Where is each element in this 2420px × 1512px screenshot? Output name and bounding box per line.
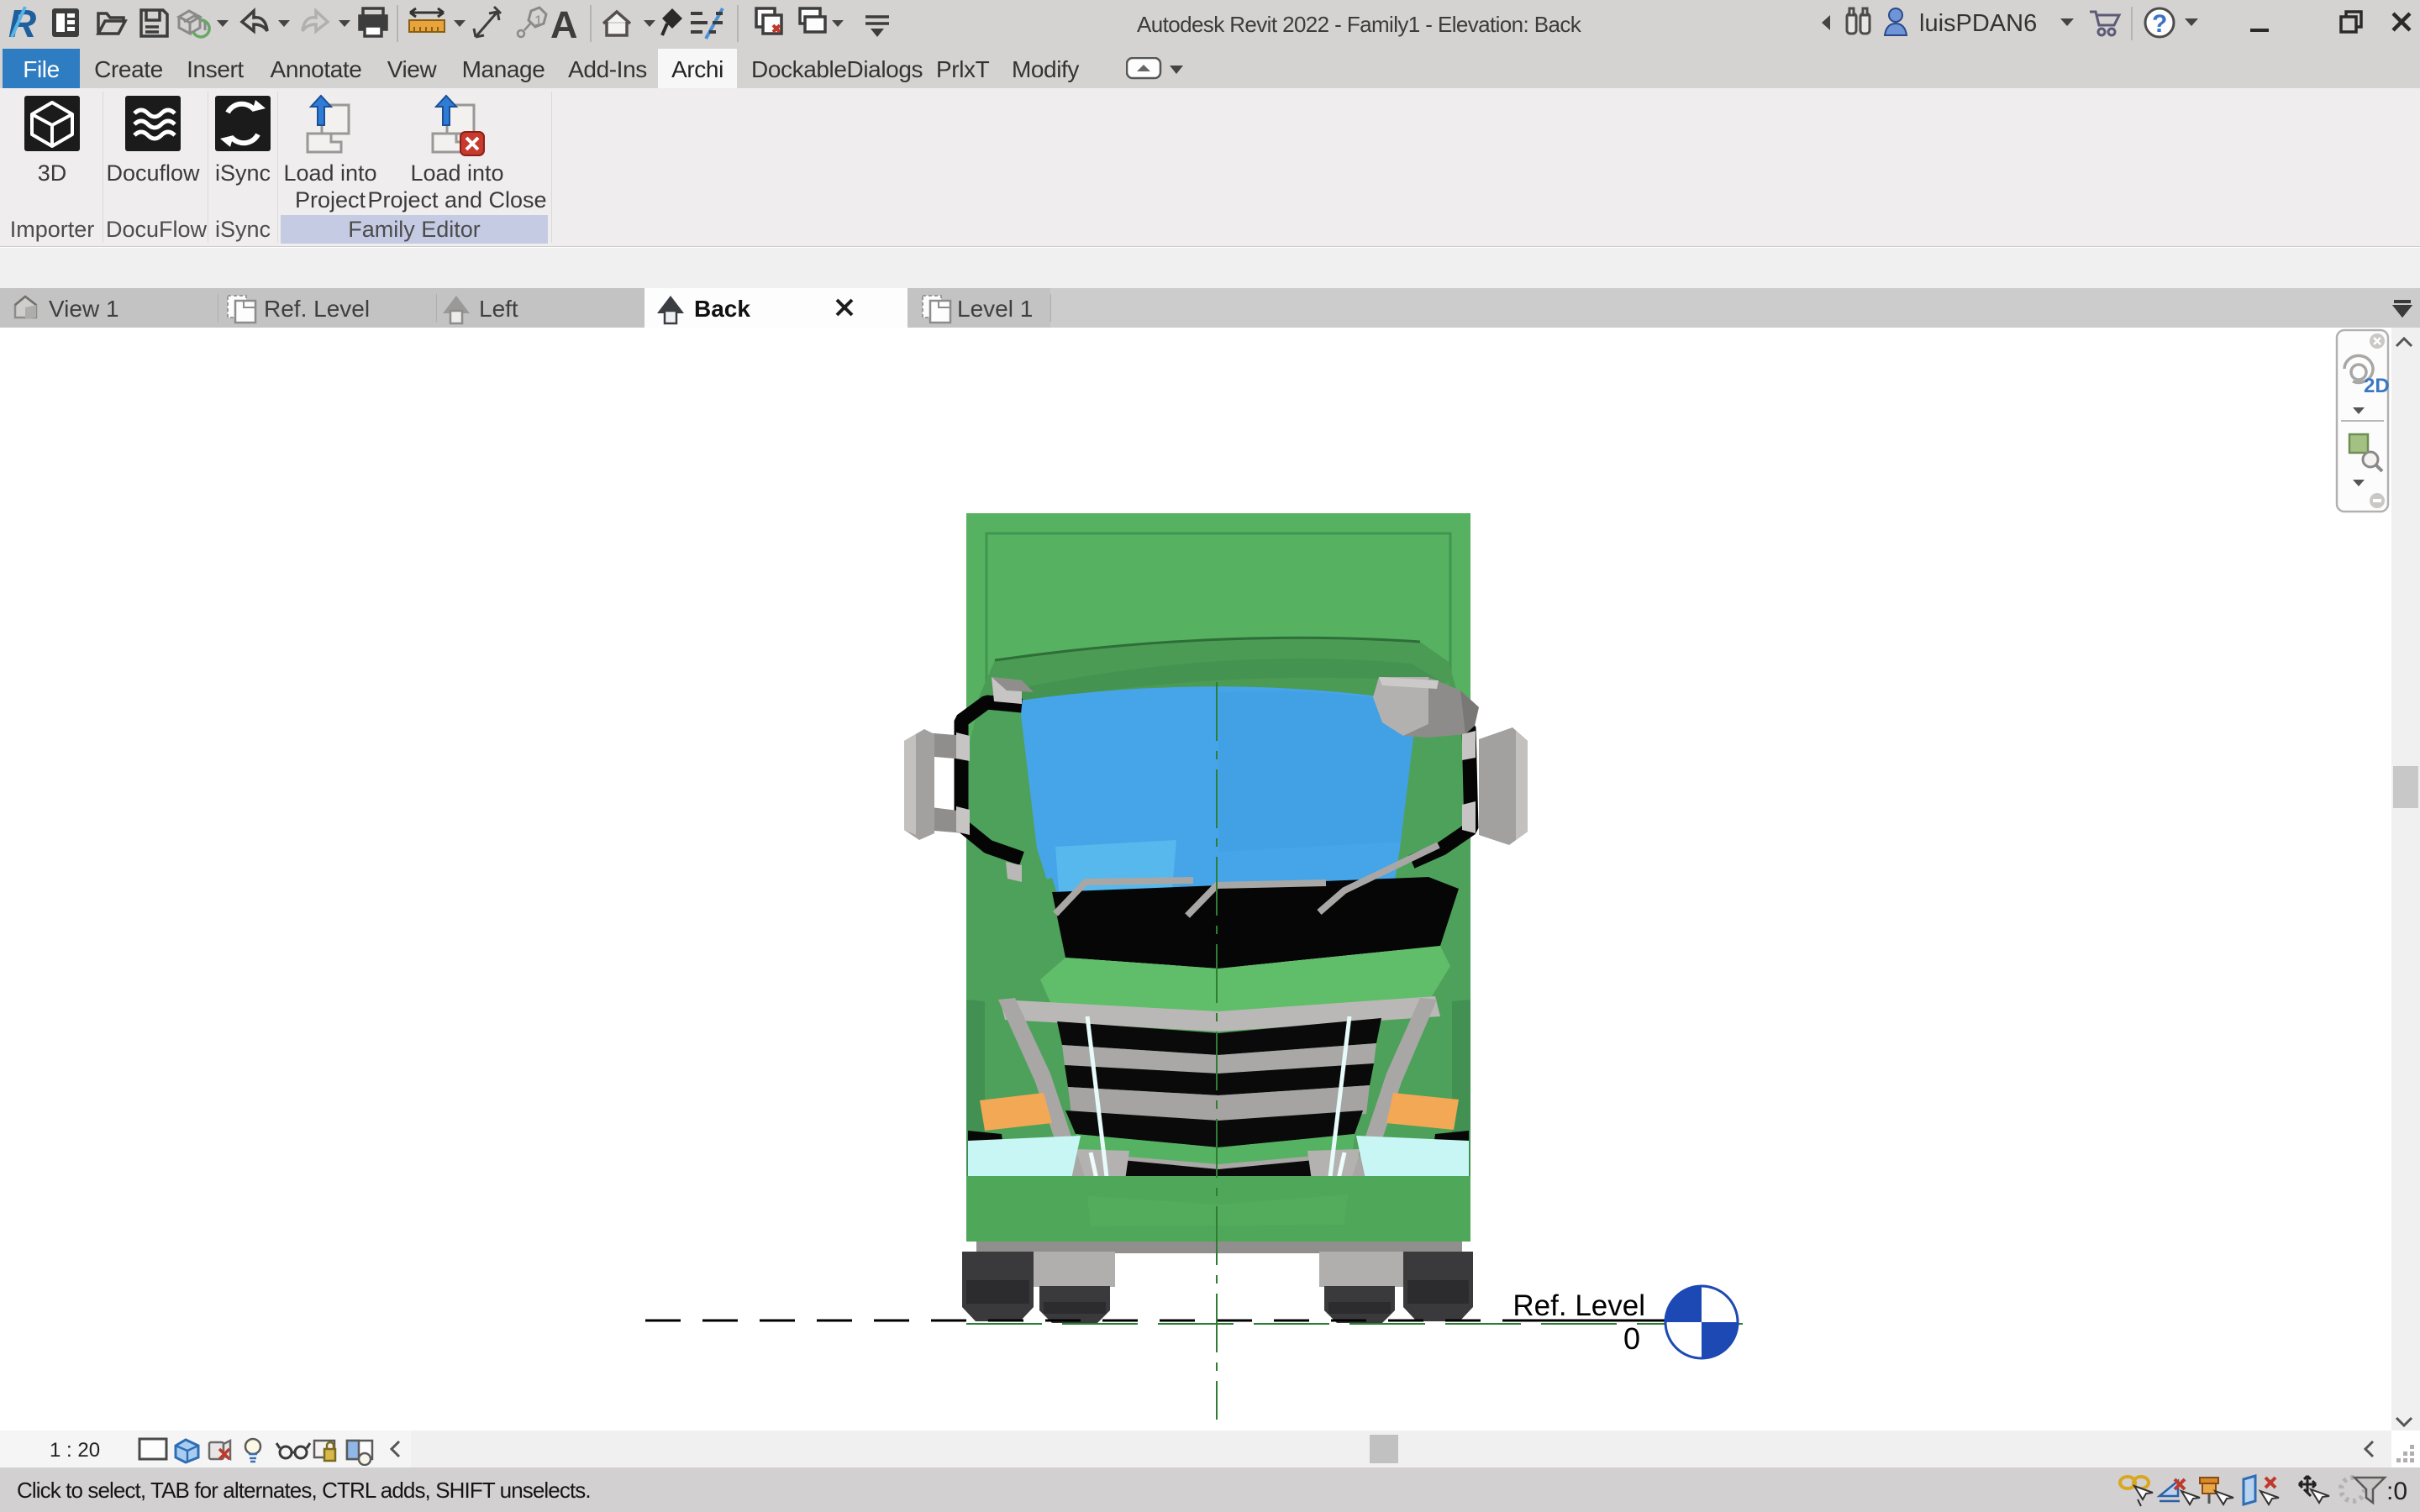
svg-text:Ref. Level: Ref. Level — [1512, 1289, 1645, 1322]
svg-text:A: A — [550, 3, 578, 46]
svg-text:?: ? — [2152, 10, 2167, 38]
svg-text:0: 0 — [1623, 1321, 1640, 1356]
svg-text::0: :0 — [2386, 1478, 2407, 1505]
svg-text:1: 1 — [534, 13, 542, 29]
svg-text:2D: 2D — [2364, 375, 2390, 397]
svg-text:R: R — [8, 2, 36, 45]
